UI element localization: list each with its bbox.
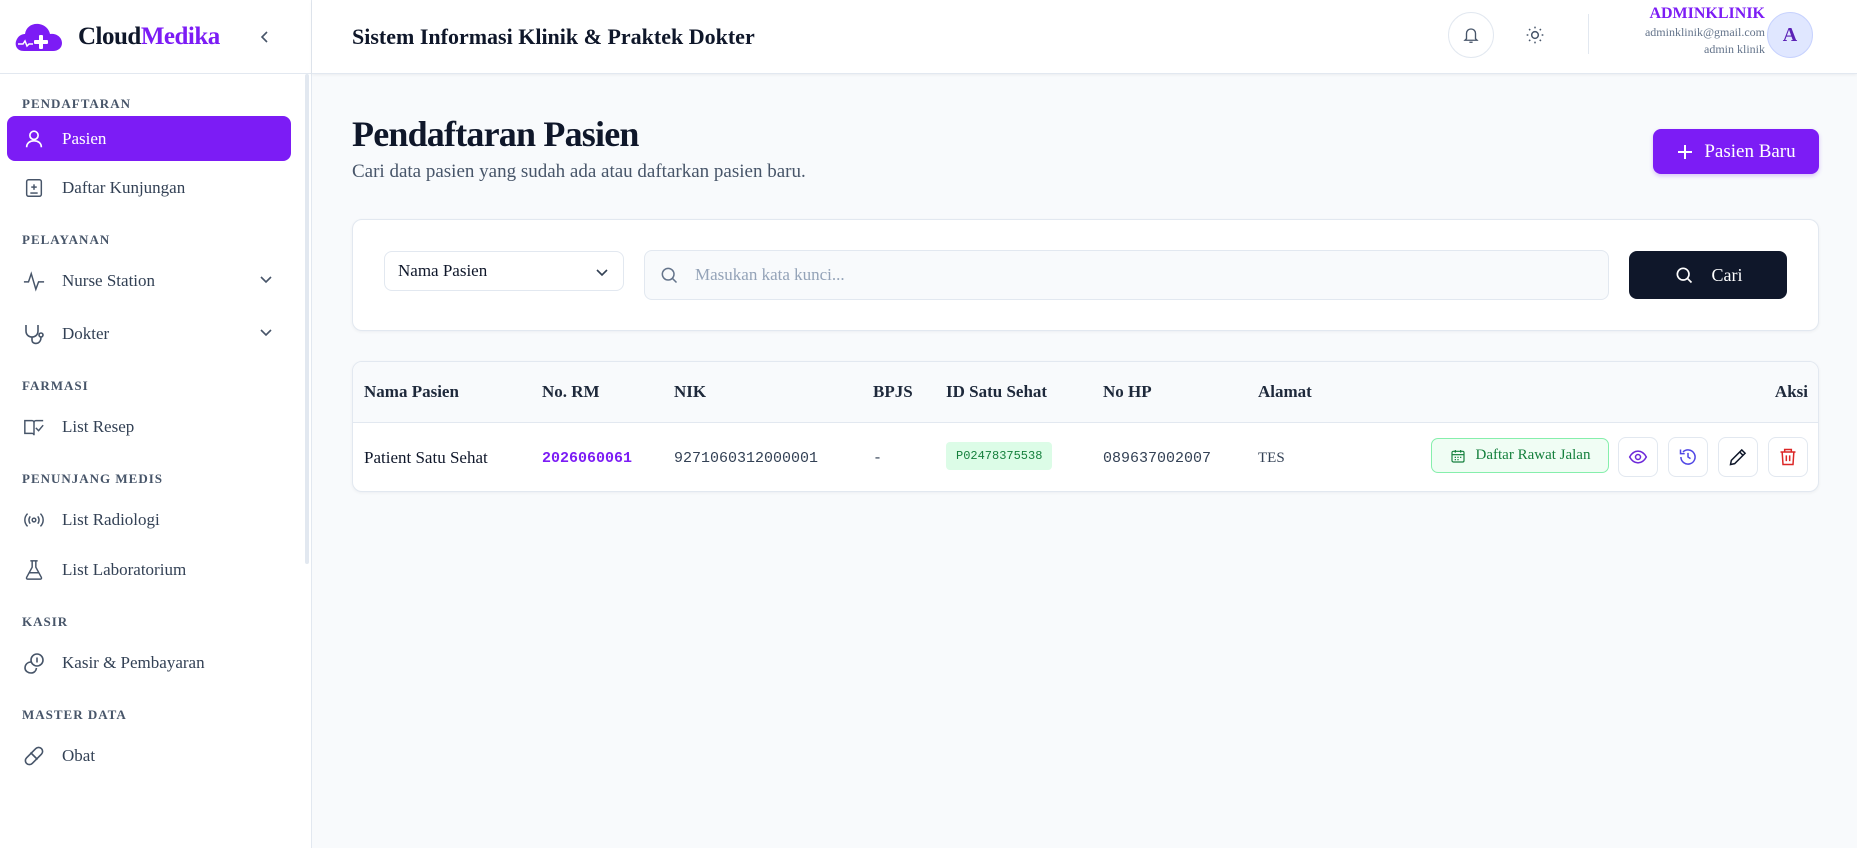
cloud-plus-logo-icon	[15, 23, 62, 51]
sidebar-item-pasien[interactable]: Pasien	[7, 116, 291, 161]
calendar-icon	[1450, 448, 1466, 464]
cell-alamat: TES	[1258, 450, 1285, 466]
pencil-icon	[1729, 448, 1747, 466]
search-icon	[1674, 265, 1694, 285]
notifications-button[interactable]	[1448, 12, 1494, 58]
sidebar-item-obat[interactable]: Obat	[7, 733, 291, 778]
register-outpatient-button[interactable]: Daftar Rawat Jalan	[1431, 438, 1609, 473]
pill-icon	[22, 744, 46, 768]
radio-waves-icon	[22, 508, 46, 532]
chevron-down-icon	[595, 264, 609, 284]
sidebar-item-label: Nurse Station	[62, 270, 156, 290]
cell-nama: Patient Satu Sehat	[364, 448, 488, 467]
search-icon	[659, 265, 683, 285]
page-subtitle: Cari data pasien yang sudah ada atau daf…	[352, 161, 806, 182]
col-id-satu-sehat: ID Satu Sehat	[946, 382, 1048, 401]
sidebar-item-label: Pasien	[62, 128, 107, 148]
register-outpatient-label: Daftar Rawat Jalan	[1475, 447, 1591, 463]
sidebar-item-kasir-pembayaran[interactable]: Kasir & Pembayaran	[7, 640, 291, 685]
sidebar-item-daftar-kunjungan[interactable]: Daftar Kunjungan	[7, 165, 291, 210]
book-check-icon	[22, 415, 46, 439]
sidebar-item-dokter[interactable]: Dokter	[7, 311, 291, 356]
user-role: admin klinik	[1704, 42, 1765, 56]
new-patient-button[interactable]: Pasien Baru	[1653, 129, 1819, 174]
sidebar-item-label: Dokter	[62, 323, 110, 343]
activity-icon	[22, 269, 46, 293]
sidebar-item-list-laboratorium[interactable]: List Laboratorium	[7, 547, 291, 592]
cell-rm-link[interactable]: 2026060061	[542, 450, 632, 467]
app-title: Sistem Informasi Klinik & Praktek Dokter	[352, 23, 755, 49]
coins-icon	[22, 651, 46, 675]
view-button[interactable]	[1618, 437, 1658, 477]
table-header: Nama Pasien No. RM NIK BPJS ID Satu Seha…	[353, 362, 1818, 423]
sidebar-item-label: List Laboratorium	[62, 559, 187, 579]
patient-table: Nama Pasien No. RM NIK BPJS ID Satu Seha…	[352, 361, 1819, 492]
table-row: Patient Satu Sehat 2026060061 9271060312…	[353, 424, 1818, 491]
sidebar-item-list-radiologi[interactable]: List Radiologi	[7, 497, 291, 542]
section-master-data: MASTER DATA	[22, 707, 127, 722]
search-box	[644, 250, 1609, 300]
sidebar-item-label: List Resep	[62, 416, 135, 436]
col-bpjs: BPJS	[873, 382, 913, 401]
satu-sehat-badge: P02478375538	[946, 442, 1053, 470]
delete-button[interactable]	[1768, 437, 1808, 477]
sidebar-scrollbar[interactable]	[305, 74, 309, 564]
search-button[interactable]: Cari	[1629, 251, 1787, 299]
history-icon	[1679, 449, 1696, 465]
theme-toggle-button[interactable]	[1512, 12, 1558, 58]
user-icon	[22, 127, 46, 151]
flask-icon	[22, 558, 46, 582]
new-patient-label: Pasien Baru	[1704, 140, 1796, 162]
chevron-left-icon	[260, 30, 268, 43]
search-input[interactable]	[695, 265, 1608, 285]
col-aksi: Aksi	[1774, 382, 1808, 401]
col-nama-pasien: Nama Pasien	[364, 382, 459, 401]
trash-icon	[1780, 448, 1796, 466]
history-button[interactable]	[1668, 437, 1708, 477]
col-no-rm: No. RM	[542, 382, 600, 401]
col-nik: NIK	[674, 382, 707, 401]
cell-hp: 089637002007	[1103, 450, 1212, 467]
sidebar-item-label: List Radiologi	[62, 509, 160, 529]
section-kasir: KASIR	[22, 614, 69, 629]
sidebar-item-label: Kasir & Pembayaran	[62, 652, 205, 672]
page-title: Pendaftaran Pasien	[352, 114, 639, 154]
section-pendaftaran: PENDAFTARAN	[22, 96, 131, 111]
section-farmasi: FARMASI	[22, 378, 89, 393]
brand: CloudMedika	[0, 0, 311, 74]
sun-icon	[1526, 26, 1544, 44]
edit-button[interactable]	[1718, 437, 1758, 477]
collapse-sidebar-button[interactable]	[253, 25, 277, 49]
sidebar-item-nurse-station[interactable]: Nurse Station	[7, 258, 291, 303]
stethoscope-icon	[22, 322, 46, 346]
eye-icon	[1628, 450, 1648, 464]
col-no-hp: No HP	[1103, 382, 1152, 401]
search-card: Nama Pasien Cari	[352, 219, 1819, 331]
user-name: ADMINKLINIK	[1649, 5, 1765, 22]
sidebar-item-list-resep[interactable]: List Resep	[7, 404, 291, 449]
cell-bpjs: -	[873, 450, 883, 467]
cell-nik: 9271060312000001	[674, 450, 819, 467]
search-field-value: Nama Pasien	[398, 261, 488, 280]
brand-name: CloudMedika	[78, 22, 220, 50]
search-field-select[interactable]: Nama Pasien	[384, 251, 624, 291]
top-header: Sistem Informasi Klinik & Praktek Dokter…	[312, 0, 1857, 74]
search-button-label: Cari	[1711, 264, 1743, 285]
avatar[interactable]: A	[1767, 12, 1813, 58]
col-alamat: Alamat	[1258, 382, 1312, 401]
user-email: adminklinik@gmail.com	[1644, 25, 1765, 39]
header-divider	[1588, 14, 1589, 54]
clipboard-plus-icon	[22, 176, 46, 200]
bell-icon	[1463, 28, 1479, 43]
plus-icon	[1676, 143, 1694, 161]
section-pelayanan: PELAYANAN	[22, 232, 111, 247]
chevron-down-icon	[259, 324, 273, 344]
sidebar: CloudMedika PENDAFTARAN Pasien Daftar Ku…	[0, 0, 312, 848]
chevron-down-icon	[259, 271, 273, 291]
sidebar-item-label: Daftar Kunjungan	[62, 177, 186, 197]
user-info[interactable]: ADMINKLINIK adminklinik@gmail.com admin …	[1645, 4, 1765, 58]
section-penunjang-medis: PENUNJANG MEDIS	[22, 471, 164, 486]
sidebar-item-label: Obat	[62, 745, 96, 765]
sidebar-nav: PENDAFTARAN Pasien Daftar Kunjungan PELA…	[0, 96, 305, 778]
